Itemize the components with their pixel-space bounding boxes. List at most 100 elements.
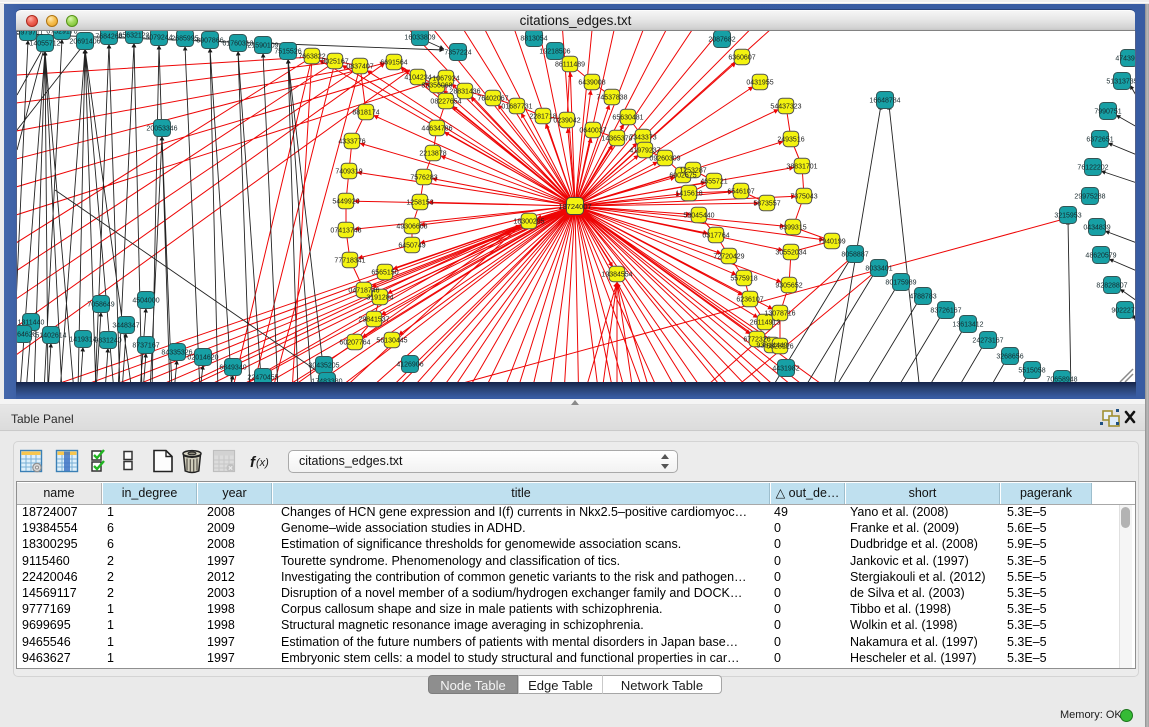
svg-text:82828807: 82828807 xyxy=(1096,282,1127,289)
svg-text:0239042: 0239042 xyxy=(553,117,580,124)
svg-text:2685995: 2685995 xyxy=(171,35,198,42)
svg-text:1311440: 1311440 xyxy=(18,319,45,326)
svg-text:0640037: 0640037 xyxy=(579,127,606,134)
svg-text:55979711: 55979711 xyxy=(17,31,43,36)
svg-text:29841537: 29841537 xyxy=(358,316,389,323)
svg-text:4104234: 4104234 xyxy=(404,74,431,81)
svg-text:2213878: 2213878 xyxy=(419,150,446,157)
svg-text:4504000: 4504000 xyxy=(132,297,159,304)
svg-text:7375043: 7375043 xyxy=(790,193,817,200)
svg-text:83726167: 83726167 xyxy=(930,307,961,314)
svg-text:7409319: 7409319 xyxy=(335,168,362,175)
svg-text:7990751: 7990751 xyxy=(1094,108,1121,115)
svg-text:08227654: 08227654 xyxy=(430,98,461,105)
svg-text:1067924: 1067924 xyxy=(432,75,459,82)
svg-text:6828126: 6828126 xyxy=(766,343,793,350)
svg-text:6849340: 6849340 xyxy=(219,364,246,371)
svg-text:07413748: 07413748 xyxy=(330,227,361,234)
svg-text:14055712: 14055712 xyxy=(29,40,60,47)
svg-text:0399315: 0399315 xyxy=(779,224,806,231)
svg-text:7940199: 7940199 xyxy=(818,238,845,245)
svg-text:77718341: 77718341 xyxy=(334,257,365,264)
svg-text:41979237: 41979237 xyxy=(629,147,660,154)
svg-text:4655721: 4655721 xyxy=(700,178,727,185)
svg-text:3079244: 3079244 xyxy=(145,34,172,41)
svg-text:0431955: 0431955 xyxy=(746,79,773,86)
svg-text:07529170: 07529170 xyxy=(46,31,77,35)
svg-text:22470455: 22470455 xyxy=(247,374,278,381)
svg-text:6450749: 6450749 xyxy=(398,242,425,249)
svg-text:0831240: 0831240 xyxy=(94,337,121,344)
svg-text:16648784: 16648784 xyxy=(869,97,900,104)
svg-text:30552034: 30552034 xyxy=(775,249,806,256)
svg-text:54437323: 54437323 xyxy=(770,103,801,110)
svg-text:14365370: 14365370 xyxy=(601,135,632,142)
svg-text:5873557: 5873557 xyxy=(753,200,780,207)
svg-text:(x): (x) xyxy=(256,457,269,469)
svg-text:48620579: 48620579 xyxy=(1085,252,1116,259)
svg-text:1253287: 1253287 xyxy=(679,167,706,174)
svg-text:28831436: 28831436 xyxy=(449,88,480,95)
svg-text:76122202: 76122202 xyxy=(1077,164,1108,171)
svg-text:04718746: 04718746 xyxy=(348,287,379,294)
svg-text:74537838: 74537838 xyxy=(596,94,627,101)
svg-text:85356068: 85356068 xyxy=(421,82,452,89)
svg-text:2087682: 2087682 xyxy=(708,36,735,43)
svg-text:3268656: 3268656 xyxy=(996,353,1023,360)
svg-text:3191284: 3191284 xyxy=(366,294,393,301)
svg-text:86111489: 86111489 xyxy=(555,61,585,68)
svg-text:6546107: 6546107 xyxy=(727,188,754,195)
svg-text:7058649: 7058649 xyxy=(87,301,114,308)
svg-text:4264628: 4264628 xyxy=(17,331,37,338)
svg-text:56130445: 56130445 xyxy=(376,337,407,344)
svg-text:0025167: 0025167 xyxy=(321,58,348,65)
svg-text:3215953: 3215953 xyxy=(1054,212,1081,219)
svg-text:3448347: 3448347 xyxy=(112,322,139,329)
svg-text:0837407: 0837407 xyxy=(346,63,373,70)
svg-text:8907866: 8907866 xyxy=(196,37,223,44)
svg-text:6565150: 6565150 xyxy=(371,269,398,276)
svg-text:4431982: 4431982 xyxy=(772,365,799,372)
svg-text:5575918: 5575918 xyxy=(730,275,757,282)
svg-text:1415618: 1415618 xyxy=(675,190,702,197)
svg-text:7343373: 7343373 xyxy=(629,134,656,141)
svg-text:1419314: 1419314 xyxy=(69,336,96,343)
svg-text:4788783: 4788783 xyxy=(909,293,936,300)
svg-text:30435205: 30435205 xyxy=(308,362,339,369)
svg-text:8737167: 8737167 xyxy=(132,342,159,349)
svg-text:8813054: 8813054 xyxy=(520,35,547,42)
svg-text:6439008: 6439008 xyxy=(578,79,605,86)
svg-text:7576283: 7576283 xyxy=(410,174,437,181)
svg-text:44634786: 44634786 xyxy=(421,125,452,132)
svg-text:7357224: 7357224 xyxy=(444,49,471,56)
svg-text:8818174: 8818174 xyxy=(352,109,379,116)
svg-text:19384554: 19384554 xyxy=(601,271,632,278)
svg-text:18300295: 18300295 xyxy=(513,218,544,225)
svg-text:6236107: 6236107 xyxy=(736,296,763,303)
svg-text:4743957: 4743957 xyxy=(1115,55,1135,62)
svg-text:16033809: 16033809 xyxy=(404,34,435,41)
svg-text:0434839: 0434839 xyxy=(1083,224,1110,231)
svg-text:1258153: 1258153 xyxy=(406,199,433,206)
svg-text:51313735: 51313735 xyxy=(1106,78,1135,85)
svg-text:5449920: 5449920 xyxy=(332,198,359,205)
svg-text:38831701: 38831701 xyxy=(786,163,817,170)
svg-text:6360607: 6360607 xyxy=(728,54,755,61)
svg-text:9305652: 9305652 xyxy=(775,282,802,289)
svg-text:02014620: 02014620 xyxy=(187,354,218,361)
svg-text:26114913: 26114913 xyxy=(750,319,781,326)
svg-text:8058887: 8058887 xyxy=(841,251,868,258)
svg-text:51402614: 51402614 xyxy=(35,332,66,339)
svg-text:20053346: 20053346 xyxy=(146,125,177,132)
svg-text:60207764: 60207764 xyxy=(339,339,370,346)
svg-text:4126906: 4126906 xyxy=(396,361,423,368)
svg-text:6691564: 6691564 xyxy=(380,59,407,66)
svg-text:29975288: 29975288 xyxy=(1074,193,1105,200)
svg-text:80175989: 80175989 xyxy=(885,279,916,286)
svg-text:0317764: 0317764 xyxy=(702,232,729,239)
svg-text:9022279: 9022279 xyxy=(1111,307,1135,314)
svg-text:18724007: 18724007 xyxy=(558,202,591,211)
svg-text:6372651: 6372651 xyxy=(1086,136,1113,143)
svg-text:65630481: 65630481 xyxy=(612,114,643,121)
svg-text:09260309: 09260309 xyxy=(649,155,680,162)
